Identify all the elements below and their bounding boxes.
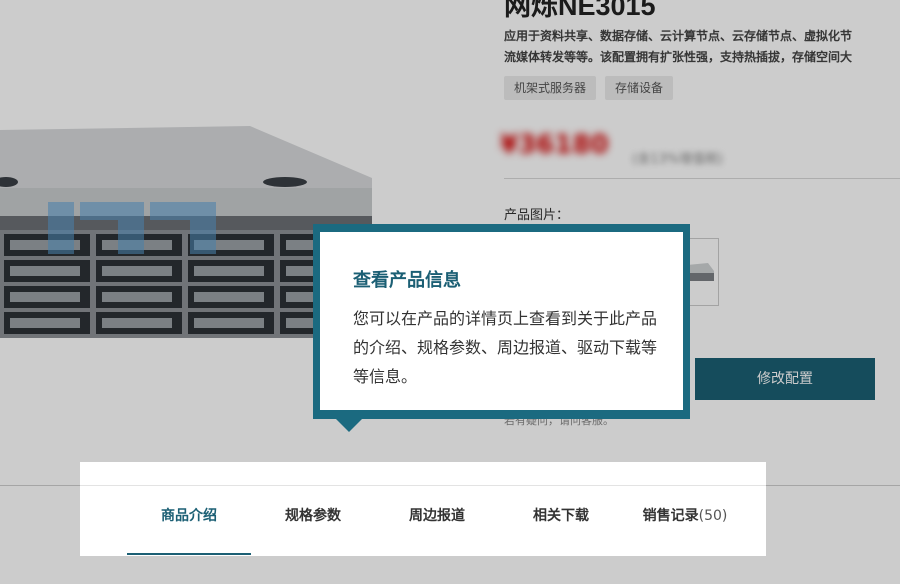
tooltip-title: 查看产品信息 (353, 270, 461, 291)
product-tabs: 商品介绍 规格参数 周边报道 相关下载 销售记录(50) (127, 496, 747, 555)
tab-label: 规格参数 (285, 508, 341, 524)
tab-sales-records[interactable]: 销售记录(50) (623, 496, 747, 546)
sales-count: (50) (698, 508, 728, 524)
price-note: (含13%增值税) (632, 152, 724, 167)
tab-label: 销售记录 (642, 508, 699, 524)
tag-storage[interactable]: 存储设备 (605, 76, 674, 100)
tab-product-intro[interactable]: 商品介绍 (127, 496, 251, 555)
tab-related-reports[interactable]: 周边报道 (375, 496, 499, 546)
tab-downloads[interactable]: 相关下载 (499, 496, 623, 546)
description-line: 应用于资料共享、数据存储、云计算节点、云存储节点、虚拟化节 (504, 29, 853, 43)
tab-label: 相关下载 (533, 508, 589, 524)
product-tags: 机架式服务器 存储设备 (504, 76, 674, 100)
product-price: ¥36180 (500, 130, 609, 160)
tag-rack-server[interactable]: 机架式服务器 (504, 76, 597, 100)
description-line: 流媒体转发等等。该配置拥有扩张性强，支持热插拔，存储空间大 (504, 50, 853, 64)
tab-label: 商品介绍 (161, 508, 217, 524)
product-image-label: 产品图片： (504, 208, 570, 223)
guide-tooltip: 查看产品信息 您可以在产品的详情页上查看到关于此产品的介绍、规格参数、周边报道、… (313, 224, 690, 432)
tab-label: 周边报道 (409, 508, 465, 524)
tooltip-arrow (333, 416, 365, 432)
tooltip-body: 您可以在产品的详情页上查看到关于此产品的介绍、规格参数、周边报道、驱动下载等等信… (353, 309, 658, 386)
tab-bar-top-border (80, 485, 766, 486)
tab-specifications[interactable]: 规格参数 (251, 496, 375, 546)
product-title: 网烁NE3015 (504, 0, 656, 21)
modify-config-button[interactable]: 修改配置 (695, 358, 875, 400)
divider (504, 178, 900, 179)
tooltip-panel: 查看产品信息 您可以在产品的详情页上查看到关于此产品的介绍、规格参数、周边报道、… (320, 232, 683, 410)
product-description: 应用于资料共享、数据存储、云计算节点、云存储节点、虚拟化节 流媒体转发等等。该配… (504, 26, 900, 68)
